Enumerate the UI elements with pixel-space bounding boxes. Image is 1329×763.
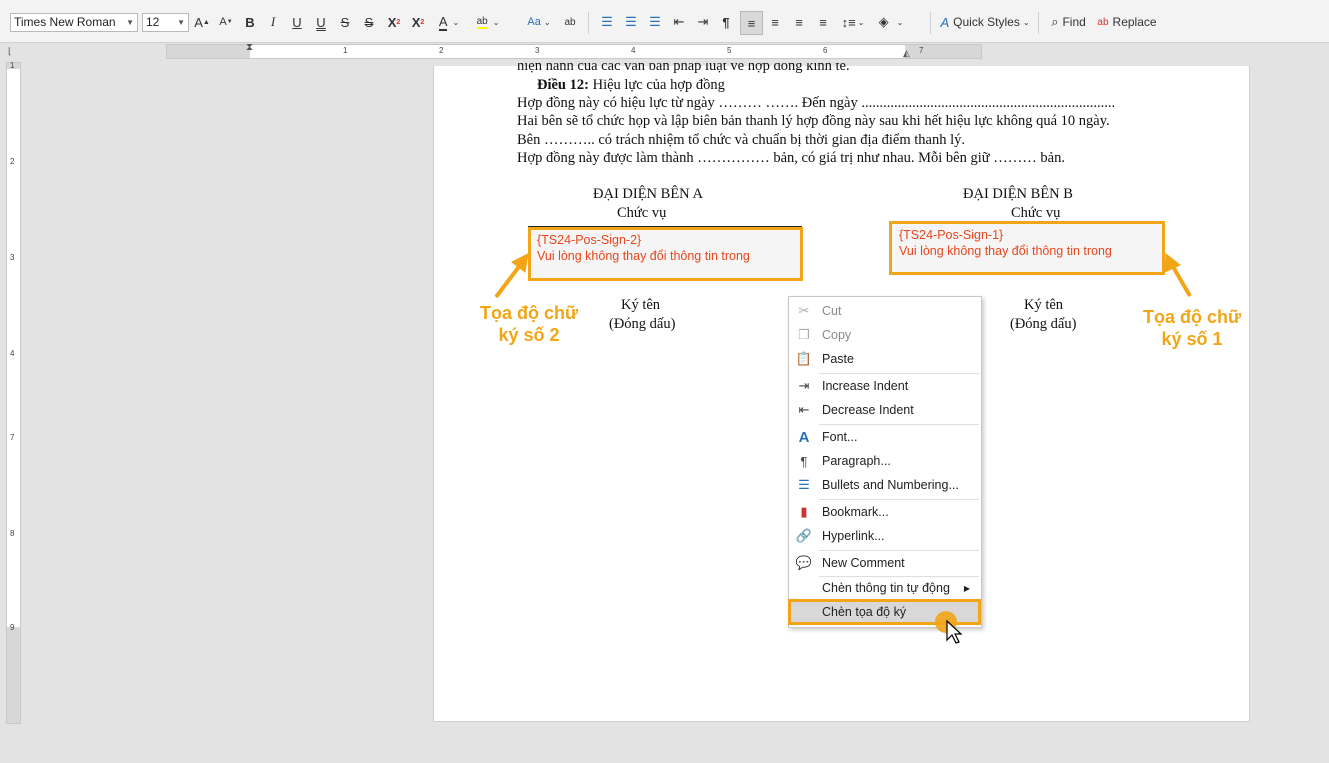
menu-item-bookmark[interactable]: ▮ Bookmark... <box>790 501 980 523</box>
menu-item-increase-indent[interactable]: ⇥ Increase Indent <box>790 375 980 397</box>
menu-item-copy[interactable]: ❐ Copy <box>790 324 980 346</box>
menu-item-paste[interactable]: 📋 Paste <box>790 348 980 370</box>
menu-item-label: Decrease Indent <box>822 403 914 417</box>
menu-item-label: Bookmark... <box>822 505 889 519</box>
menu-separator <box>819 373 979 374</box>
menu-item-label: Font... <box>822 430 858 444</box>
menu-item-label: Paste <box>822 352 854 366</box>
comment-icon: 💬 <box>795 555 813 570</box>
arrow-icon <box>1164 253 1192 298</box>
link-icon: 🔗 <box>795 528 813 543</box>
menu-item-auto-info[interactable]: Chèn thông tin tự động ▶ <box>790 577 980 599</box>
submenu-arrow-icon: ▶ <box>963 583 970 593</box>
paste-icon: 📋 <box>795 351 813 366</box>
paragraph-icon: ¶ <box>800 453 808 469</box>
bullets-icon: ☰ <box>798 477 810 492</box>
menu-separator <box>819 499 979 500</box>
menu-item-decrease-indent[interactable]: ⇤ Decrease Indent <box>790 399 980 421</box>
copy-icon: ❐ <box>798 327 810 342</box>
menu-item-label: Copy <box>822 328 852 342</box>
menu-item-bullets[interactable]: ☰ Bullets and Numbering... <box>790 474 980 496</box>
annotation-arrows <box>494 253 1192 299</box>
menu-item-cut[interactable]: ✂ Cut <box>790 300 980 322</box>
mouse-cursor-icon <box>935 611 963 644</box>
scissors-icon: ✂ <box>798 303 810 318</box>
bookmark-icon: ▮ <box>800 504 808 519</box>
menu-item-hyperlink[interactable]: 🔗 Hyperlink... <box>790 525 980 547</box>
menu-item-new-comment[interactable]: 💬 New Comment <box>790 552 980 574</box>
menu-item-label: Increase Indent <box>822 379 909 393</box>
decrease-indent-icon: ⇤ <box>798 402 810 417</box>
font-icon: A <box>798 428 810 446</box>
menu-separator <box>819 550 979 551</box>
increase-indent-icon: ⇥ <box>798 378 810 393</box>
menu-item-font[interactable]: A Font... <box>790 426 980 448</box>
menu-item-label: Chèn thông tin tự động <box>822 581 950 595</box>
arrow-icon <box>494 253 529 299</box>
menu-item-label: Cut <box>822 304 842 318</box>
menu-item-label: Bullets and Numbering... <box>822 478 959 492</box>
menu-item-label: Hyperlink... <box>822 529 885 543</box>
context-menu: ✂ Cut ❐ Copy 📋 Paste ⇥ Increase Indent ⇤… <box>788 296 982 628</box>
menu-separator <box>819 424 979 425</box>
menu-item-label: Paragraph... <box>822 454 891 468</box>
menu-item-label: New Comment <box>822 556 905 570</box>
menu-item-paragraph[interactable]: ¶ Paragraph... <box>790 450 980 472</box>
